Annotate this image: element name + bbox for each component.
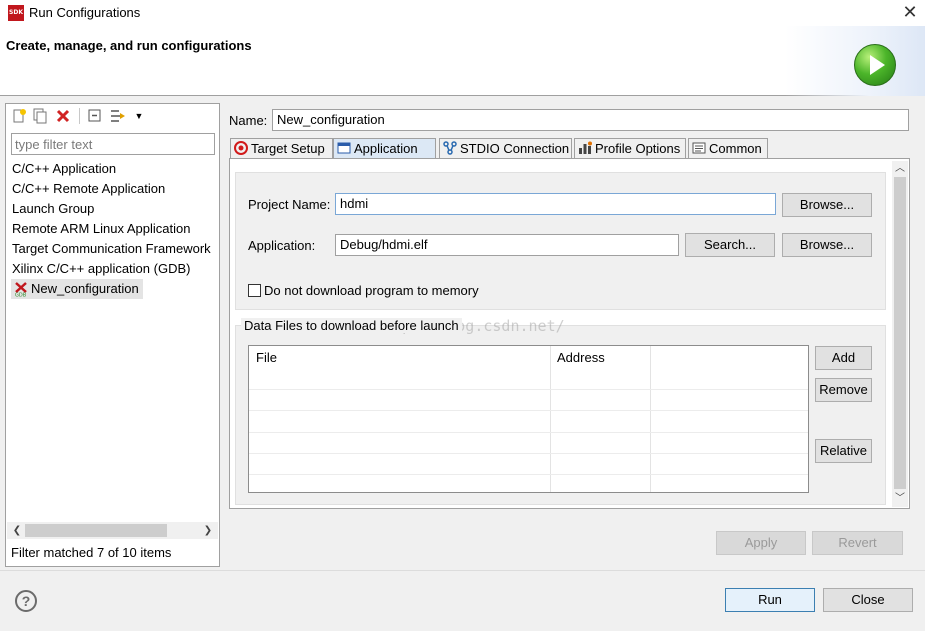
tab-label: STDIO Connection [460,141,570,156]
application-search-button[interactable]: Search... [685,233,775,257]
tree-item-remote-arm-linux[interactable]: Remote ARM Linux Application [11,219,190,239]
tree-item-new-configuration[interactable]: GDB New_configuration [11,279,143,299]
profile-icon [578,141,592,155]
no-download-label: Do not download program to memory [264,283,479,298]
scrollbar-thumb[interactable] [25,524,167,537]
scrollbar-thumb[interactable] [894,177,906,489]
tab-target-setup[interactable]: Target Setup [230,138,333,159]
column-header-address[interactable]: Address [550,346,650,370]
application-label: Application: [248,238,316,253]
delete-icon[interactable] [55,108,71,124]
remove-button[interactable]: Remove [815,378,872,402]
table-row-divider [249,432,808,433]
close-window-icon[interactable]: ✕ [900,2,920,22]
add-button[interactable]: Add [815,346,872,370]
dialog-banner: Create, manage, and run configurations [0,26,925,96]
tree-item-target-communication[interactable]: Target Communication Framework [11,239,211,259]
no-download-checkbox[interactable] [248,284,261,297]
tab-label: Application [354,141,418,156]
duplicate-icon[interactable] [32,108,48,124]
banner-title: Create, manage, and run configurations [6,38,252,53]
target-icon [234,141,248,155]
scroll-right-icon[interactable]: ❯ [200,524,216,538]
window-title: Run Configurations [29,5,141,20]
run-button[interactable]: Run [725,588,815,612]
relative-button[interactable]: Relative [815,439,872,463]
footer-divider [0,570,925,571]
filter-icon[interactable] [109,108,125,124]
tab-application[interactable]: Application [333,138,436,160]
project-name-input[interactable]: hdmi [335,193,776,215]
tree-item-c-cpp-application[interactable]: C/C++ Application [11,159,116,179]
column-header-file[interactable]: File [249,346,550,370]
tab-label: Profile Options [595,141,681,156]
toolbar-separator [79,108,80,124]
tab-label: Common [709,141,762,156]
tree-item-launch-group[interactable]: Launch Group [11,199,94,219]
dropdown-icon[interactable]: ▼ [131,108,147,124]
close-button[interactable]: Close [823,588,913,612]
tree-item-label: New_configuration [31,281,139,296]
table-row-divider [249,474,808,475]
project-name-label: Project Name: [248,197,331,212]
connection-icon [443,141,457,155]
data-files-table[interactable]: File Address [248,345,809,493]
configuration-name-input[interactable]: New_configuration [272,109,909,131]
table-row-divider [249,453,808,454]
revert-button[interactable]: Revert [812,531,903,555]
scroll-up-icon[interactable]: ︿ [892,162,908,176]
column-divider [550,346,551,492]
title-bar: SDK Run Configurations ✕ [0,0,925,26]
filter-status-text: Filter matched 7 of 10 items [11,545,172,560]
scroll-down-icon[interactable]: ﹀ [892,492,908,506]
table-row-divider [249,410,808,411]
tab-profile-options[interactable]: Profile Options [574,138,686,159]
svg-text:GDB: GDB [15,293,27,298]
run-icon [854,44,896,86]
common-icon [692,141,706,155]
column-divider [650,346,651,492]
project-browse-button[interactable]: Browse... [782,193,872,217]
scroll-left-icon[interactable]: ❮ [9,524,25,538]
data-files-label: Data Files to download before launch [241,318,462,333]
filter-input[interactable] [11,133,215,155]
tab-common[interactable]: Common [688,138,768,159]
vertical-scrollbar[interactable]: ︿ ﹀ [892,161,908,507]
window-icon [337,141,351,155]
tree-item-c-cpp-remote-application[interactable]: C/C++ Remote Application [11,179,165,199]
sdk-app-icon: SDK [8,5,24,21]
tab-label: Target Setup [251,141,325,156]
application-input[interactable]: Debug/hdmi.elf [335,234,679,256]
tree-item-xilinx-gdb[interactable]: Xilinx C/C++ application (GDB) [11,259,190,279]
tab-stdio-connection[interactable]: STDIO Connection [439,138,572,159]
help-icon[interactable]: ? [15,590,37,612]
horizontal-scrollbar[interactable]: ❮ ❯ [7,522,218,539]
new-config-icon[interactable] [11,108,27,124]
collapse-all-icon[interactable] [87,108,103,124]
gdb-config-icon: GDB [14,281,28,299]
configuration-tree-panel: ▼ C/C++ Application C/C++ Remote Applica… [5,103,220,567]
apply-button[interactable]: Apply [716,531,806,555]
table-row-divider [249,389,808,390]
name-label: Name: [229,113,268,128]
application-browse-button[interactable]: Browse... [782,233,872,257]
